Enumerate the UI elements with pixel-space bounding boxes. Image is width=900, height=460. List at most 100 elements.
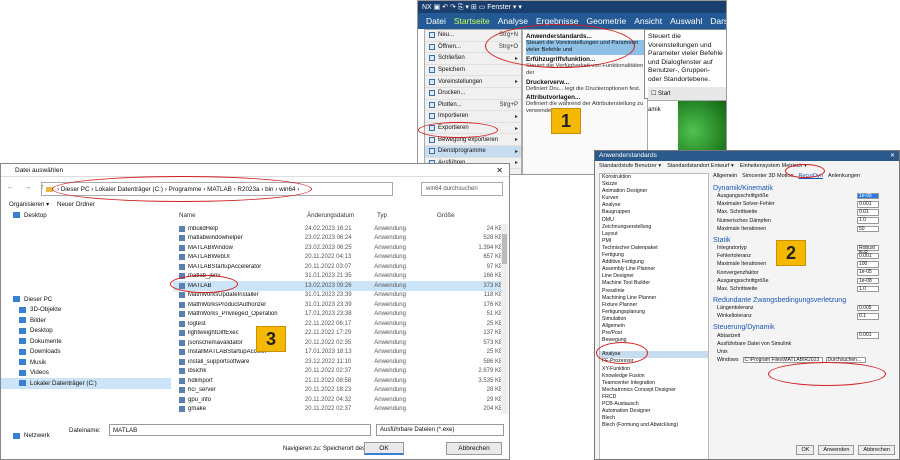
tree-item[interactable]: Konstruktion <box>600 174 708 181</box>
sidebar-item[interactable] <box>1 242 171 253</box>
menu-item[interactable]: Öffnen... Strg+O <box>425 42 521 54</box>
setting-value-input[interactable]: 0.1 <box>857 313 879 320</box>
menu-item[interactable]: Dienstprogramme ▸ <box>425 145 521 158</box>
tree-item[interactable]: Knowledge Fusion <box>600 373 708 380</box>
setting-value-input[interactable]: 1e-05 <box>857 269 879 276</box>
menu-item[interactable]: Schließen ▸ <box>425 53 521 65</box>
setting-value-input[interactable]: Robust N-R <box>857 244 879 255</box>
tree-item[interactable]: Blech (Formung und Abwicklung) <box>600 422 708 429</box>
tree-item[interactable]: Bewegung <box>600 337 708 344</box>
ribbon-tab-startseite[interactable]: Startseite <box>454 16 490 26</box>
tree-item[interactable]: Assembly Line Planner <box>600 266 708 273</box>
new-folder-button[interactable]: Neuer Ordner <box>57 201 95 208</box>
sidebar-item[interactable]: Dokumente <box>1 336 171 347</box>
tree-item[interactable]: Fixture Planner <box>600 302 708 309</box>
sidebar-item[interactable] <box>1 284 171 295</box>
tree-item[interactable]: PCB-Austausch <box>600 401 708 408</box>
tree-item[interactable]: Skizze <box>600 181 708 188</box>
tree-item[interactable]: PMI <box>600 238 708 245</box>
ribbon-tab-auswahl[interactable]: Auswahl <box>670 16 702 26</box>
sidebar-item[interactable]: Lokaler Datenträger (C:) <box>1 378 171 389</box>
tree-item[interactable]: Baugruppen <box>600 209 708 216</box>
sidebar-item[interactable] <box>1 399 171 410</box>
browse-button[interactable]: Durchsuchen... <box>825 356 866 364</box>
submenu-attributvorlagen[interactable]: Attributvorlagen... <box>526 94 644 101</box>
menu-item[interactable]: Neu... Strg+N <box>425 30 521 42</box>
file-row[interactable]: matlab_jenv 31.01.2023 21:35 Anwendung 166 … <box>173 272 503 282</box>
menu-item[interactable]: Voreinstellungen ▸ <box>425 76 521 88</box>
tree-item[interactable]: Line Designer <box>600 273 708 280</box>
sidebar-item[interactable]: Dieser PC <box>1 294 171 305</box>
setting-value-input[interactable]: 0.005 <box>857 304 879 312</box>
file-row[interactable]: lightweightDiffExec 22.11.2022 17:29 Anwen… <box>173 329 503 339</box>
tab-simcenter[interactable]: Simcenter 3D Motion <box>742 173 793 179</box>
file-row[interactable]: MATLABWindow 23.02.2023 06:25 Anwendung 1.3… <box>173 243 503 253</box>
tree-item[interactable]: Pre/Post <box>600 330 708 337</box>
cancel-button[interactable]: Abbrechen <box>446 442 502 455</box>
file-row[interactable]: MATLABWebUI 20.11.2022 04:13 Anwendung 657 … <box>173 253 503 263</box>
ribbon-tab-analyse[interactable]: Analyse <box>498 16 528 26</box>
col-name[interactable]: Name <box>179 212 196 219</box>
setting-value-input[interactable]: 0.01 <box>857 209 879 216</box>
file-row[interactable]: MATLAB 13.02.2023 09:26 Anwendung 373 KB <box>173 281 503 291</box>
address-bar[interactable]: › Dieser PC › Lokaler Datenträger (C:) ›… <box>41 182 393 196</box>
tree-item[interactable]: Presslinie <box>600 288 708 295</box>
ribbon-tab-ansicht[interactable]: Ansicht <box>634 16 662 26</box>
file-row[interactable]: MATLABStartupAccelerator 20.11.2022 03:07… <box>173 262 503 272</box>
sidebar-item[interactable] <box>1 389 171 400</box>
setting-value-input[interactable]: 50 <box>857 225 879 233</box>
sidebar-item[interactable] <box>1 221 171 232</box>
sidebar-item[interactable]: Desktop <box>1 210 171 221</box>
ribbon-tab-darstellung[interactable]: Darstelle <box>710 16 726 26</box>
file-row[interactable]: InstallMATLABStartupAcceler 17.01.2023 18… <box>173 348 503 358</box>
col-date[interactable]: Änderungsdatum <box>307 212 354 219</box>
file-row[interactable]: logtest 22.11.2022 06:17 Anwendung 25 KB <box>173 319 503 329</box>
file-row[interactable]: install_supportsoftware 23.12.2022 11:10 A… <box>173 357 503 367</box>
file-row[interactable]: hci_server 20.11.2022 18:23 Anwendung 28 KB <box>173 386 503 396</box>
tab-allgemein[interactable]: Allgemein <box>713 173 737 179</box>
submenu-anwenderstandards[interactable]: Anwenderstandards... <box>526 33 644 40</box>
tree-item[interactable]: Zeichnungserstellung <box>600 224 708 231</box>
submenu-druckerverwaltung[interactable]: Druckerverw... <box>526 79 644 86</box>
file-row[interactable]: matlabwindowhelper 23.02.2023 06:24 Anwend… <box>173 234 503 244</box>
setting-value-input[interactable]: 1.0 <box>857 285 879 293</box>
cancel-button[interactable]: Abbrechen <box>858 445 895 455</box>
file-row[interactable]: MathWorksProductAuthorizer 31.01.2023 23:… <box>173 300 503 310</box>
file-row[interactable]: MathWorksUpdateInstaller 31.01.2023 23:39… <box>173 291 503 301</box>
sidebar-item[interactable] <box>1 273 171 284</box>
tree-item[interactable] <box>600 344 708 351</box>
tree-item[interactable]: Fertigung <box>600 252 708 259</box>
tree-item[interactable]: Mechatronics Concept Designer <box>600 387 708 394</box>
sidebar-item[interactable] <box>1 231 171 242</box>
tree-item[interactable]: Analyse <box>600 351 708 359</box>
file-row[interactable]: gmake 20.11.2022 02:37 Anwendung 204 KB <box>173 405 503 415</box>
organize-button[interactable]: Organisieren ▾ <box>9 201 49 208</box>
site-select[interactable]: Standardstandort Entwurf ▾ <box>667 163 734 169</box>
sidebar-item[interactable] <box>1 263 171 274</box>
tree-item[interactable]: FF-Prozessor <box>600 358 708 365</box>
tree-item[interactable]: Teamcenter Integration <box>600 380 708 387</box>
tree-item[interactable]: Automation Designer <box>600 408 708 415</box>
tree-item[interactable]: Machine Tool Builder <box>600 280 708 287</box>
tree-item[interactable]: FRCD <box>600 394 708 401</box>
submenu-erfuehzugriff[interactable]: Erfühzugriffsfunktion... <box>526 56 644 63</box>
tree-item[interactable]: Layout <box>600 231 708 238</box>
setting-value-input[interactable]: 100 <box>857 261 879 268</box>
graphics-tab[interactable]: ☐ Start <box>648 87 726 101</box>
sidebar-item[interactable]: 3D-Objekte <box>1 305 171 316</box>
file-row[interactable]: ibsichk 20.11.2022 02:37 Anwendung 2.679 KB <box>173 367 503 377</box>
filetype-select[interactable]: Ausführbare Dateien (*.exe) <box>376 424 504 436</box>
search-input[interactable]: win64 durchsuchen <box>421 182 503 196</box>
tab-anlenkungen[interactable]: Anlenkungen <box>828 173 860 179</box>
sidebar-item[interactable]: Desktop <box>1 326 171 337</box>
setting-value-input[interactable]: 1e-08 <box>857 277 879 285</box>
file-row[interactable]: MathWorks_Privileged_Operation 17.01.2023… <box>173 310 503 320</box>
units-select[interactable]: Einheitensystem Metrisch ▾ <box>740 163 807 169</box>
ribbon-tab-datei[interactable]: Datei <box>426 16 446 26</box>
menu-item[interactable]: Exportieren ▸ <box>425 123 521 135</box>
tree-item[interactable]: Simulation <box>600 316 708 323</box>
sidebar-item[interactable] <box>1 252 171 263</box>
tree-item[interactable]: Analyse <box>600 202 708 209</box>
filename-input[interactable]: MATLAB <box>109 424 371 436</box>
tree-item[interactable]: Fertigungsplanung <box>600 309 708 316</box>
